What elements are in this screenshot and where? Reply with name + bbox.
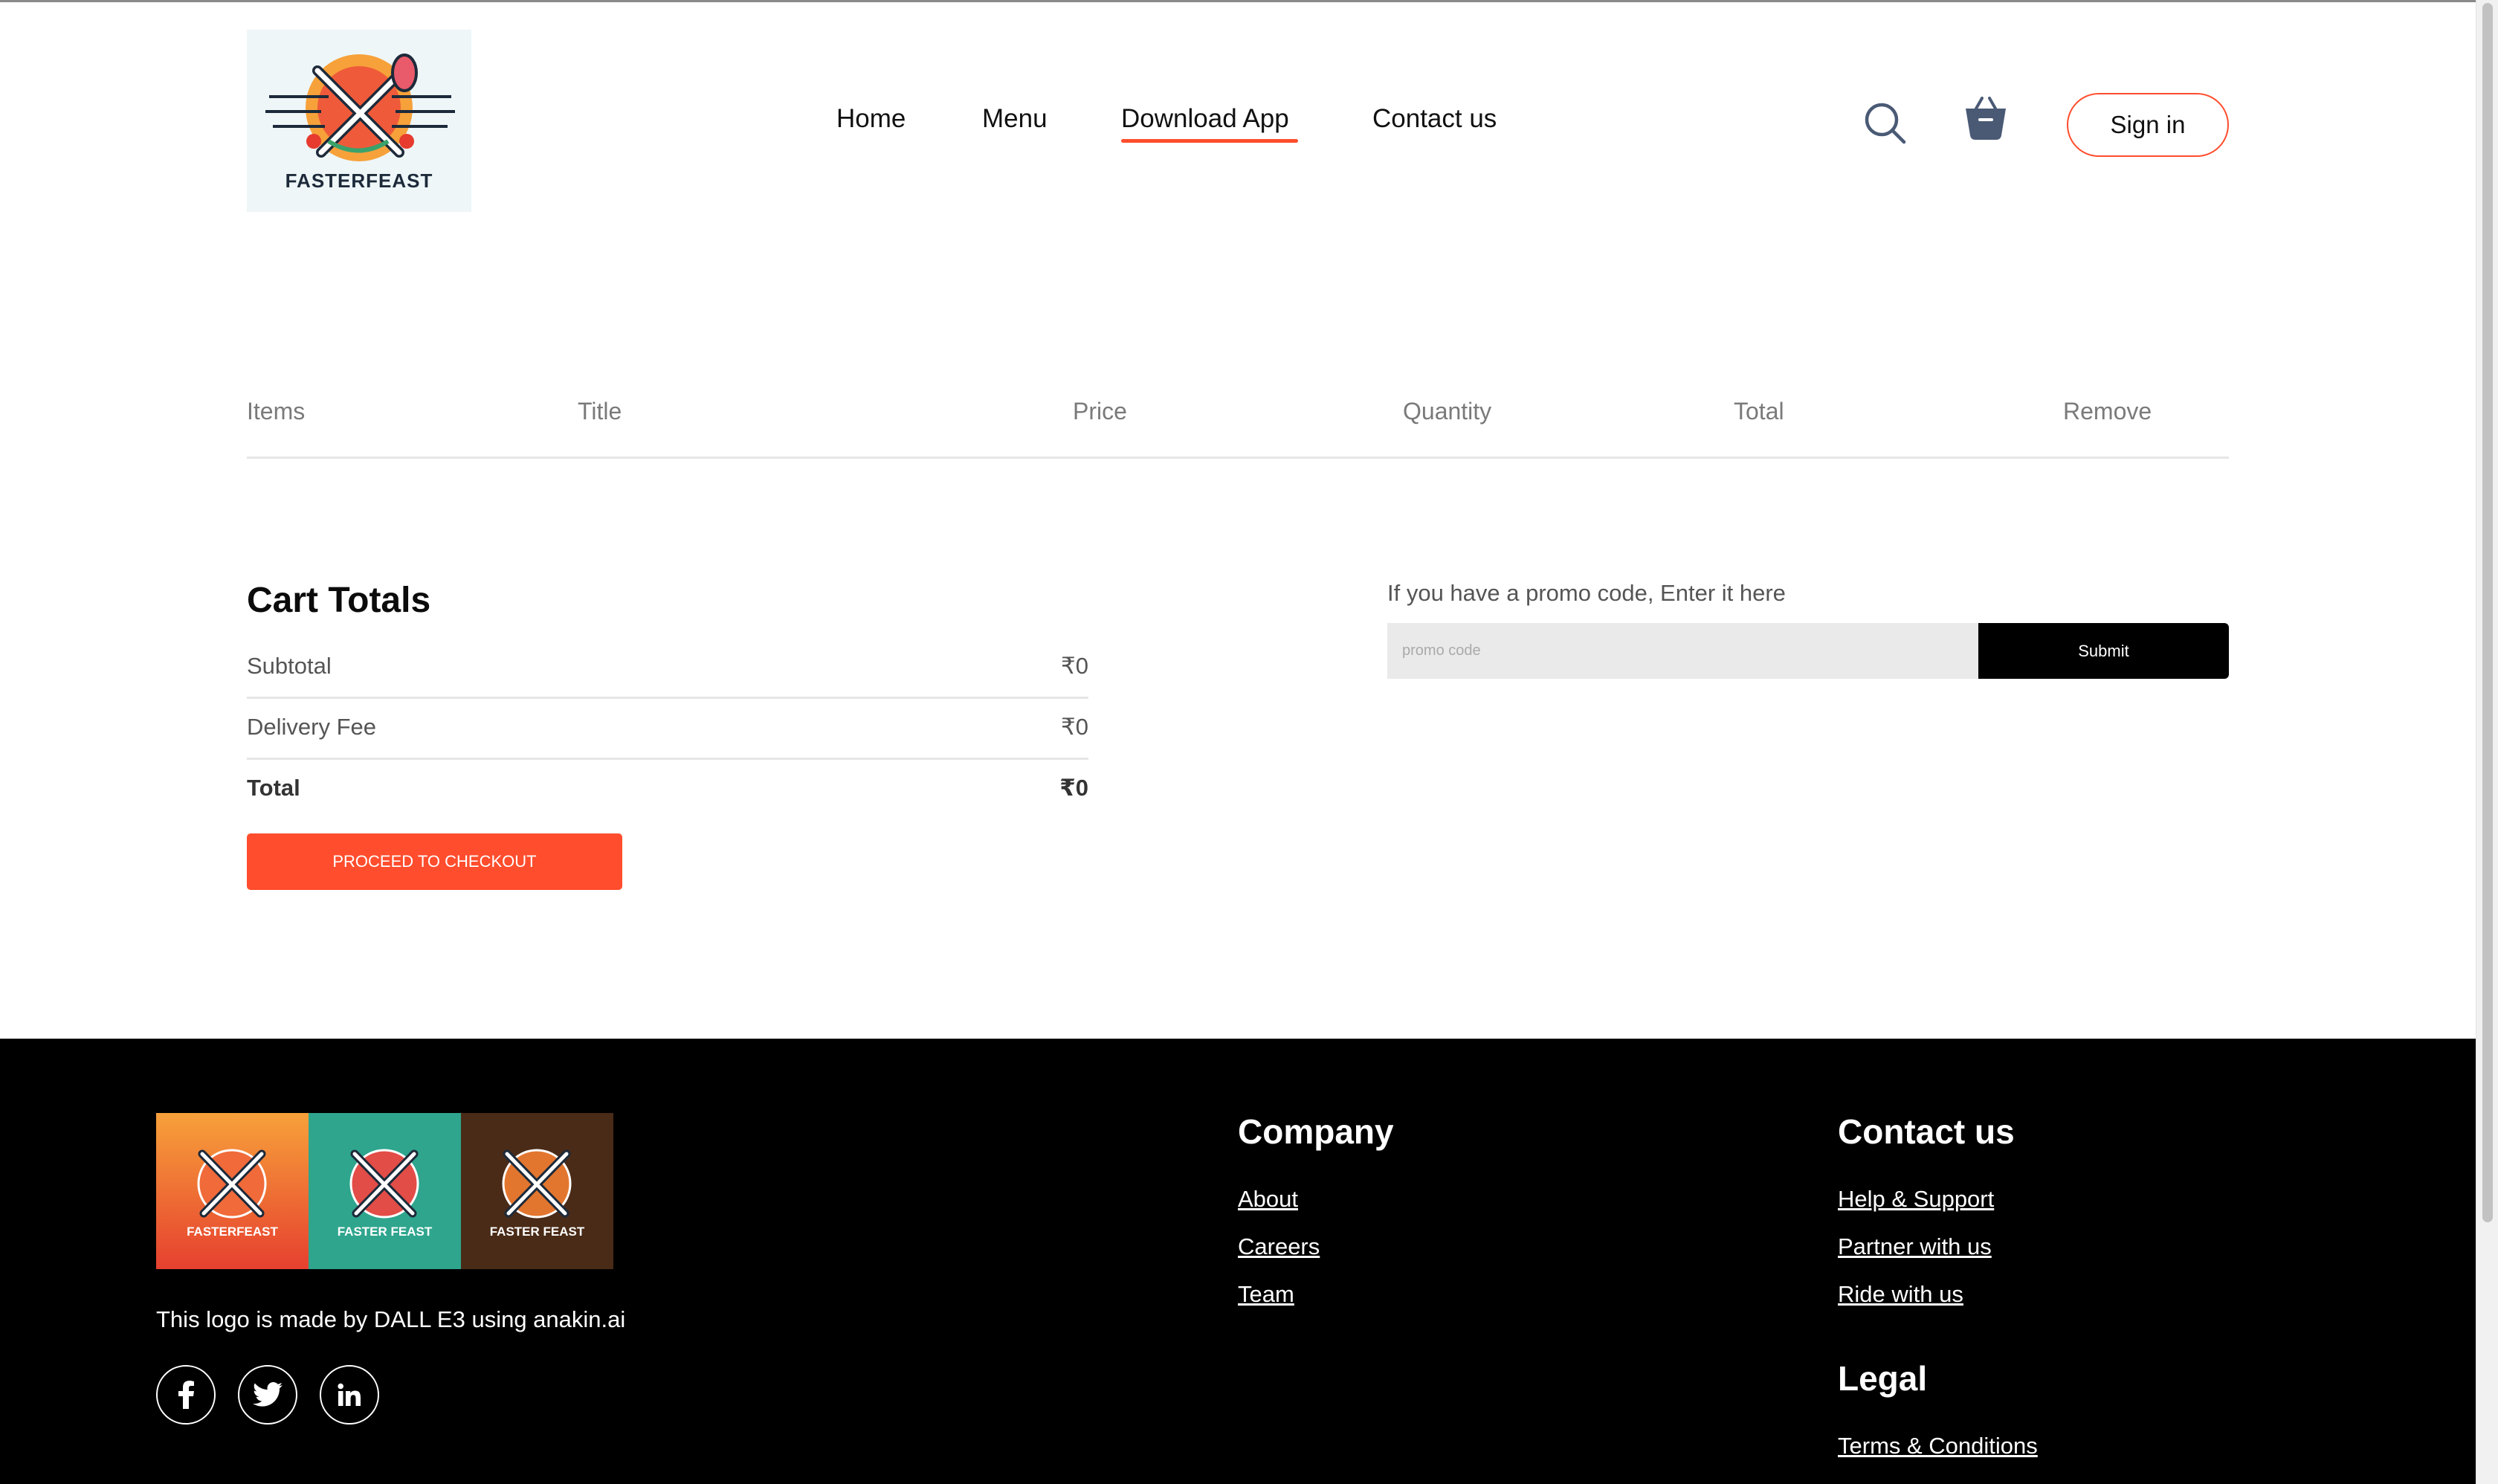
footer-logo-strip: FASTERFEAST FASTER FEAST FASTER FEAST: [156, 1113, 613, 1269]
scrollbar-thumb[interactable]: [2482, 3, 2493, 1222]
col-total: Total: [1734, 398, 1784, 425]
search-icon[interactable]: [1862, 100, 1907, 145]
total-row: Total ₹0: [247, 775, 1088, 836]
divider: [247, 697, 1088, 699]
col-quantity: Quantity: [1403, 398, 1492, 425]
cart-totals-title: Cart Totals: [247, 581, 431, 620]
promo-submit-button[interactable]: Submit: [1978, 623, 2229, 679]
col-remove: Remove: [2063, 398, 2152, 425]
contact-heading: Contact us: [1838, 1112, 2015, 1151]
col-items: Items: [247, 398, 306, 425]
divider: [247, 758, 1088, 760]
footer-link-terms[interactable]: Terms & Conditions: [1838, 1433, 2038, 1459]
page-scrollbar[interactable]: [2476, 0, 2498, 1484]
promo-label: If you have a promo code, Enter it here: [1387, 580, 1786, 606]
total-value: ₹0: [1059, 775, 1088, 801]
footer-logo-label: FASTERFEAST: [187, 1225, 278, 1239]
subtotal-label: Subtotal: [247, 653, 332, 679]
footer-link-careers[interactable]: Careers: [1238, 1233, 1320, 1260]
nav-menu[interactable]: Menu: [982, 104, 1048, 134]
footer: FASTERFEAST FASTER FEAST FASTER FEAST Th…: [0, 1039, 2476, 1484]
nav-active-underline: [1121, 139, 1298, 143]
footer-link-partner[interactable]: Partner with us: [1838, 1233, 1992, 1260]
delivery-fee-row: Delivery Fee ₹0: [247, 714, 1088, 775]
footer-logo-label: FASTER FEAST: [337, 1225, 433, 1239]
footer-link-about[interactable]: About: [1238, 1186, 1298, 1213]
cart-table-header: Items Title Price Quantity Total Remove: [247, 398, 2229, 459]
total-label: Total: [247, 775, 300, 801]
legal-heading: Legal: [1838, 1359, 1928, 1398]
logo-credit: This logo is made by DALL E3 using anaki…: [156, 1306, 626, 1332]
twitter-icon[interactable]: [238, 1365, 297, 1425]
col-title: Title: [578, 398, 622, 425]
linkedin-icon[interactable]: [320, 1365, 379, 1425]
footer-logo-label: FASTER FEAST: [489, 1225, 585, 1239]
footer-logo: FASTERFEAST: [156, 1113, 309, 1269]
delivery-fee-value: ₹0: [1061, 714, 1088, 740]
footer-logo: FASTER FEAST: [309, 1113, 461, 1269]
col-price: Price: [1073, 398, 1127, 425]
footer-link-team[interactable]: Team: [1238, 1281, 1294, 1308]
footer-logo: FASTER FEAST: [461, 1113, 613, 1269]
promo-code-input[interactable]: [1387, 623, 1978, 679]
delivery-fee-label: Delivery Fee: [247, 714, 376, 740]
footer-link-ride[interactable]: Ride with us: [1838, 1281, 1963, 1308]
window-top-border: [0, 0, 2498, 2]
nav-contact-us[interactable]: Contact us: [1372, 104, 1497, 134]
sign-in-button[interactable]: Sign in: [2067, 93, 2229, 157]
proceed-to-checkout-button[interactable]: PROCEED TO CHECKOUT: [247, 833, 622, 890]
nav-download-app[interactable]: Download App: [1121, 104, 1289, 134]
basket-icon[interactable]: [1963, 95, 2009, 141]
subtotal-value: ₹0: [1061, 653, 1088, 679]
brand-logo[interactable]: FASTERFEAST: [247, 30, 471, 212]
company-heading: Company: [1238, 1112, 1394, 1151]
facebook-icon[interactable]: [156, 1365, 216, 1425]
brand-name: FASTERFEAST: [285, 170, 433, 192]
nav-home[interactable]: Home: [836, 104, 906, 134]
footer-link-help-support[interactable]: Help & Support: [1838, 1186, 1994, 1213]
subtotal-row: Subtotal ₹0: [247, 653, 1088, 714]
